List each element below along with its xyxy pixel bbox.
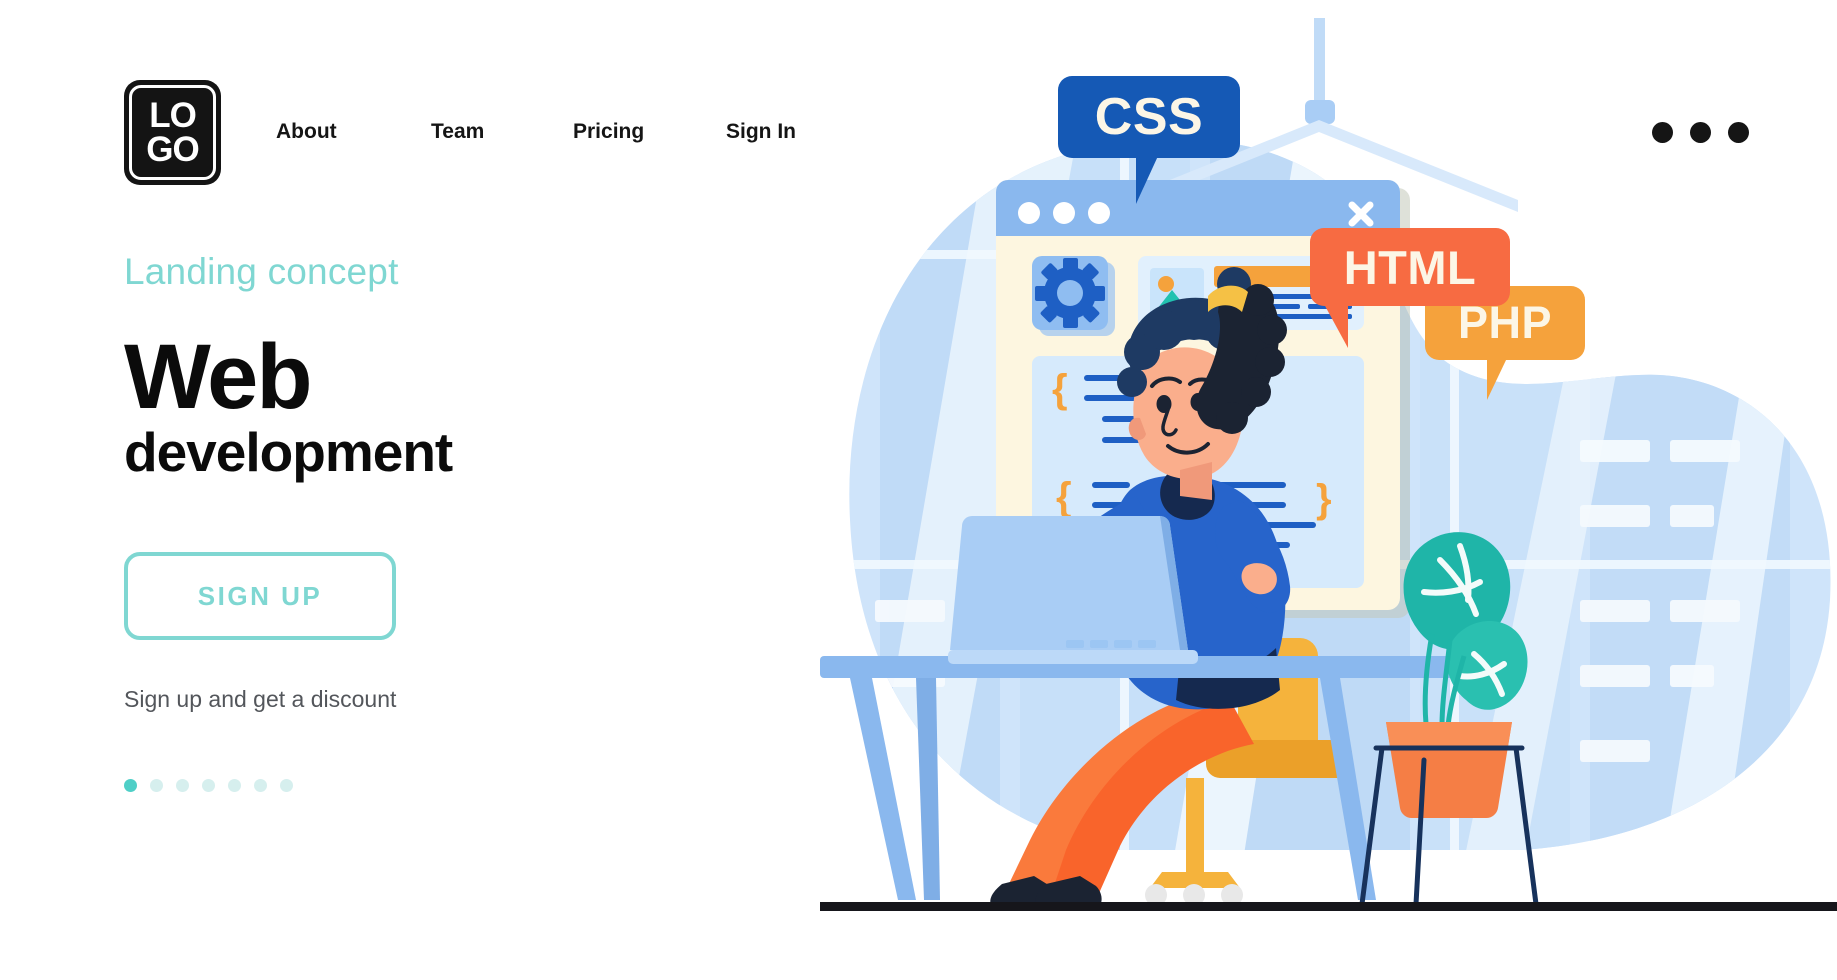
laptop <box>948 516 1198 664</box>
bubble-css-label: CSS <box>1094 88 1204 146</box>
sign-up-button[interactable]: SIGN UP <box>124 552 396 641</box>
nav-item-pricing[interactable]: Pricing <box>573 120 726 144</box>
bubble-php-tail <box>1487 358 1507 400</box>
floor-line <box>820 902 1837 911</box>
sign-up-button-label: SIGN UP <box>197 580 323 611</box>
pagination-dot-4[interactable] <box>202 779 215 793</box>
hero-illustration: { { } CSS PHP HTML <box>820 0 1837 980</box>
landing-page: LO GO About Team Pricing Sign In Landing… <box>0 0 1837 980</box>
carousel-pagination <box>124 779 724 793</box>
code-brace-open-1: { <box>1052 367 1068 411</box>
gear-icon <box>1035 258 1105 328</box>
pagination-dot-3[interactable] <box>176 779 189 793</box>
bubble-css-tail <box>1136 156 1158 204</box>
gear-icon-tile <box>1032 256 1115 336</box>
pagination-dot-1[interactable] <box>124 779 137 793</box>
code-brace-close: } <box>1316 477 1332 521</box>
hero-subnote: Sign up and get a discount <box>124 686 397 713</box>
pagination-dot-5[interactable] <box>228 779 241 793</box>
nav-item-team[interactable]: Team <box>431 120 573 144</box>
pagination-dot-7[interactable] <box>280 779 293 793</box>
window-dot-2 <box>1053 202 1075 224</box>
image-icon-sun <box>1158 276 1174 292</box>
code-brace-open-2: { <box>1056 475 1072 519</box>
bubble-html-tail <box>1324 304 1348 348</box>
main-navigation: About Team Pricing Sign In <box>276 120 846 144</box>
hero-title-secondary: development <box>124 421 453 484</box>
pagination-dot-6[interactable] <box>254 779 267 793</box>
bubble-html: HTML <box>1310 228 1516 348</box>
logo-inner-frame: LO GO <box>129 85 216 180</box>
logo-text-bottom: GO <box>146 129 199 169</box>
hero-title-primary: Web <box>124 325 313 428</box>
logo-text-top: LO <box>149 96 197 136</box>
nav-item-about[interactable]: About <box>276 120 431 144</box>
logo[interactable]: LO GO <box>124 80 221 185</box>
pagination-dot-2[interactable] <box>150 779 163 793</box>
hero-section: Landing concept Web development SIGN UP … <box>124 251 724 793</box>
window-dot-3 <box>1088 202 1110 224</box>
illustration-canvas: { { } <box>820 18 1837 911</box>
bubble-css: CSS <box>1058 76 1246 214</box>
window-dot-1 <box>1018 202 1040 224</box>
bubble-html-label: HTML <box>1343 240 1477 294</box>
hero-eyebrow: Landing concept <box>124 251 399 292</box>
